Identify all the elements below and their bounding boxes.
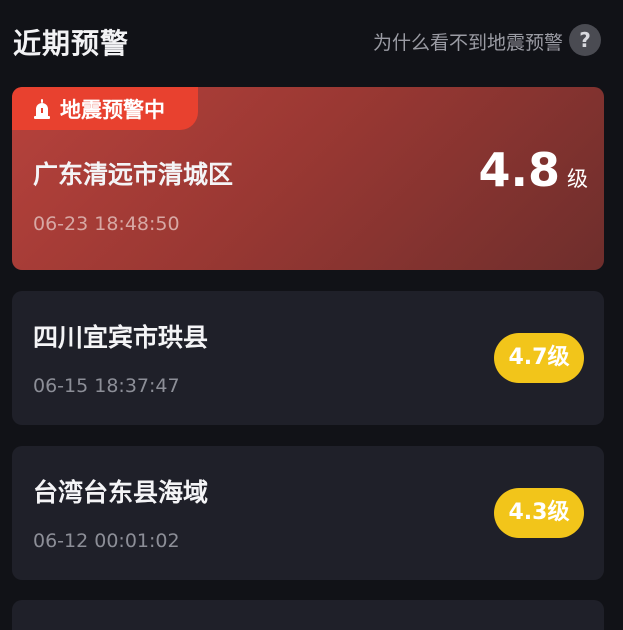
alert-location: 四川宜宾市珙县 — [33, 323, 209, 352]
alert-location: 台湾台东县海域 — [33, 478, 209, 507]
alert-active-badge: 地震预警中 — [12, 87, 198, 130]
alert-card-partial[interactable] — [12, 600, 604, 630]
alert-time: 06-15 18:37:47 — [33, 375, 180, 397]
active-alert-card[interactable]: 地震预警中 广东清远市清城区 06-23 18:48:50 4.8 级 — [12, 87, 604, 270]
alert-magnitude: 4.8 — [478, 143, 561, 197]
alert-card[interactable]: 台湾台东县海域 06-12 00:01:02 4.3级 — [12, 446, 604, 580]
alert-time: 06-23 18:48:50 — [33, 213, 180, 235]
alert-card[interactable]: 四川宜宾市珙县 06-15 18:37:47 4.7级 — [12, 291, 604, 425]
alert-magnitude-unit: 级 — [567, 167, 588, 191]
header: 近期预警 为什么看不到地震预警 ? — [0, 0, 623, 82]
alert-badge-label: 地震预警中 — [60, 97, 165, 122]
magnitude-badge: 4.7级 — [494, 333, 584, 383]
earthquake-alert-page: 近期预警 为什么看不到地震预警 ? 地震预警中 广东清远市清城区 06-23 1… — [0, 0, 623, 630]
alarm-icon — [30, 97, 54, 121]
magnitude-badge: 4.3级 — [494, 488, 584, 538]
page-title: 近期预警 — [13, 27, 130, 60]
why-no-alert-link[interactable]: 为什么看不到地震预警 — [373, 28, 563, 55]
alert-time: 06-12 00:01:02 — [33, 530, 180, 552]
alert-location: 广东清远市清城区 — [33, 160, 234, 189]
help-icon[interactable]: ? — [569, 24, 601, 56]
